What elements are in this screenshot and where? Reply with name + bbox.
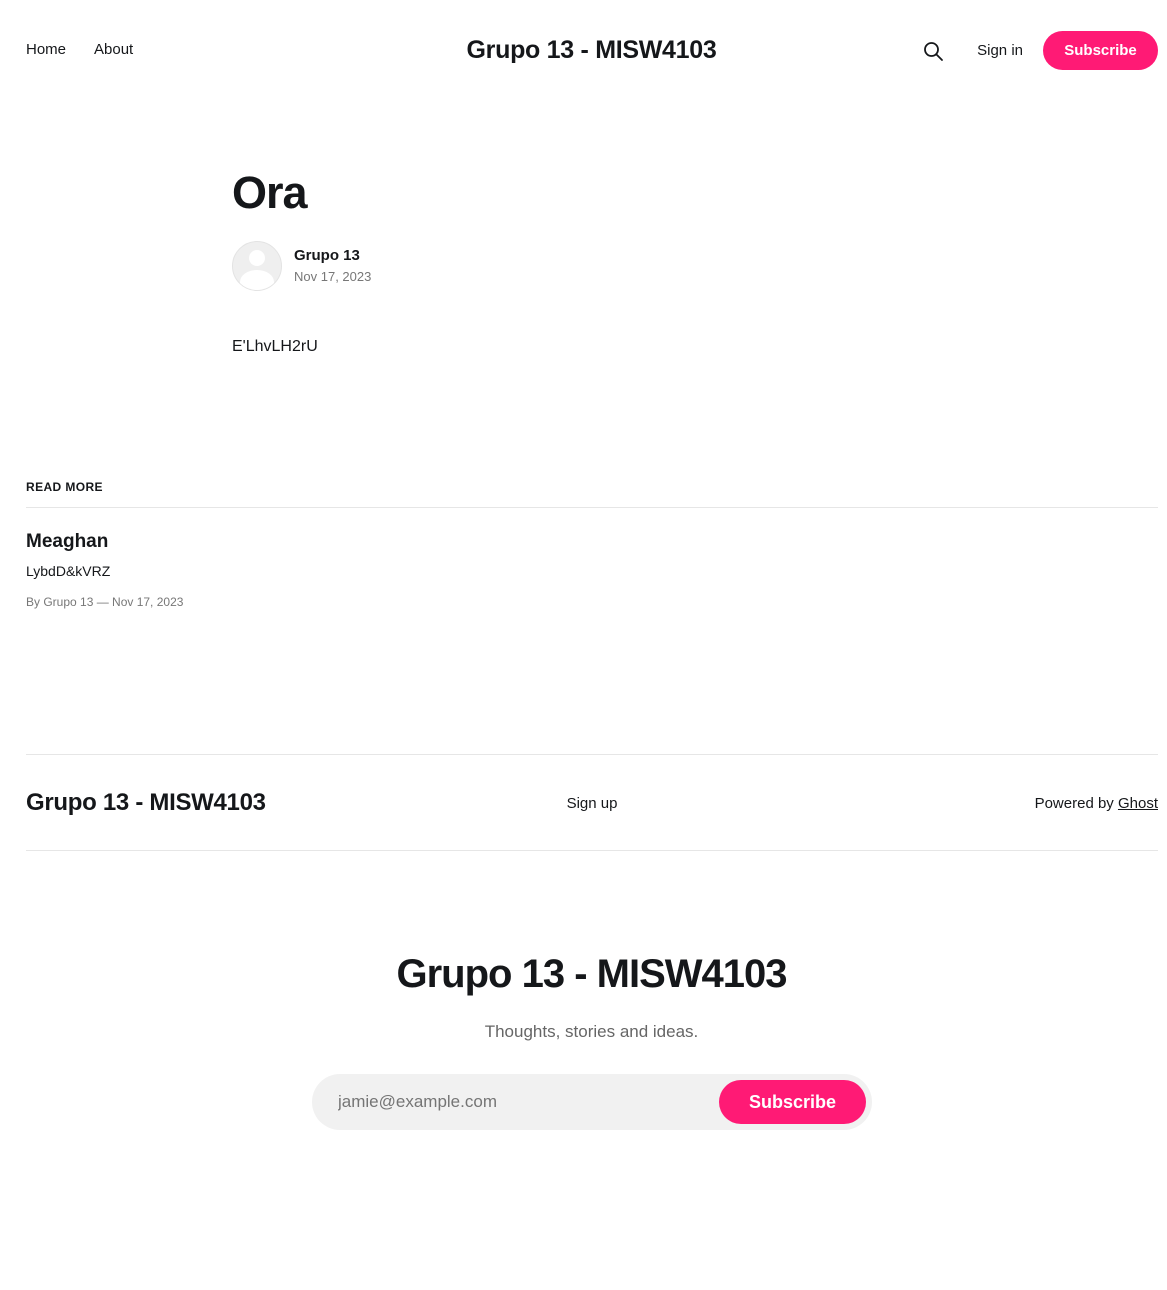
article-title: Ora [232,167,308,218]
post-card[interactable]: Meaghan LybdD&kVRZ By Grupo 13 — Nov 17,… [26,508,1158,610]
subscribe-form: Subscribe [312,1074,872,1130]
footer-signup-link[interactable]: Sign up [567,795,618,812]
cta-title: Grupo 13 - MISW4103 [396,952,788,996]
subscribe-cta: Grupo 13 - MISW4103 Thoughts, stories an… [0,950,1167,1130]
cta-description: Thoughts, stories and ideas. [484,1022,699,1041]
cta-subscribe-button[interactable]: Subscribe [719,1080,866,1124]
post-card-title[interactable]: Meaghan [26,530,1158,554]
post-card-excerpt: LybdD&kVRZ [26,563,111,579]
author-avatar[interactable] [232,241,282,291]
byline-meta: Grupo 13 Nov 17, 2023 [294,246,371,286]
read-more-section: READ MORE Meaghan LybdD&kVRZ By Grupo 13… [26,479,1158,610]
powered-by-prefix: Powered by [1034,795,1114,812]
post-card-meta: By Grupo 13 — Nov 17, 2023 [26,595,184,609]
site-header: Home About Grupo 13 - MISW4103 Sign in S… [0,0,1167,100]
header-actions: Sign in Subscribe [921,31,1158,70]
post-date: Nov 17, 2023 [294,269,372,284]
read-more-label: READ MORE [26,479,1158,508]
footer-nav: Sign up [26,794,1158,814]
search-icon[interactable] [921,39,945,63]
powered-by: Powered by Ghost [1035,794,1158,814]
ghost-link[interactable]: Ghost [1118,795,1158,812]
site-footer: Grupo 13 - MISW4103 Sign up Powered by G… [26,754,1158,851]
header-subscribe-button[interactable]: Subscribe [1043,31,1158,70]
article-body: E'LhvLH2rU [232,338,318,355]
byline: Grupo 13 Nov 17, 2023 [232,241,932,291]
sign-in-link[interactable]: Sign in [977,41,1023,61]
article: Ora Grupo 13 Nov 17, 2023 E'LhvLH2rU [232,165,932,358]
email-input[interactable] [338,1092,698,1112]
author-name[interactable]: Grupo 13 [294,246,371,266]
